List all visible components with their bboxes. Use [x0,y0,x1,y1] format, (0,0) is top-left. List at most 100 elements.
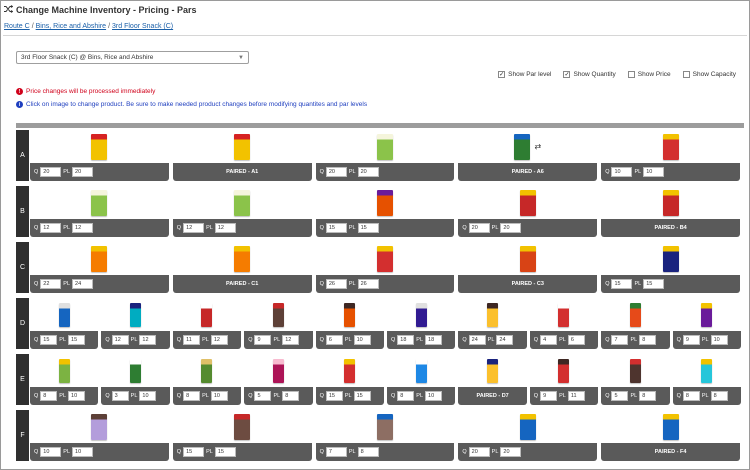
product-image-area[interactable] [673,298,741,331]
quantity-input[interactable]: 7 [325,447,347,457]
product-image-area[interactable] [458,186,597,219]
toggle-show-capacity[interactable]: Show Capacity [682,71,736,78]
machine-select[interactable]: 3rd Floor Snack (C) @ Bins, Rice and Abs… [16,51,249,64]
par-level-input[interactable]: 8 [282,391,300,401]
product-image-area[interactable] [30,186,169,219]
product-image-area[interactable] [101,354,169,387]
par-level-input[interactable]: 15 [353,391,371,401]
product-image[interactable] [629,358,641,383]
checkbox-icon[interactable] [627,71,635,78]
product-image-area[interactable] [601,354,669,387]
quantity-input[interactable]: 7 [611,335,629,345]
toggle-show-quantity[interactable]: ✓ Show Quantity [563,71,616,78]
product-image-area[interactable] [530,298,598,331]
par-level-input[interactable]: 20 [72,167,94,177]
par-level-input[interactable]: 12 [139,335,157,345]
quantity-input[interactable]: 3 [111,391,129,401]
product-image-area[interactable] [244,354,312,387]
quantity-input[interactable]: 8 [682,391,700,401]
checkbox-icon[interactable]: ✓ [563,71,571,78]
product-image[interactable] [662,413,679,440]
product-image-area[interactable] [101,298,169,331]
product-image[interactable] [376,413,393,440]
par-level-input[interactable]: 26 [357,279,379,289]
par-level-input[interactable]: 11 [567,391,585,401]
quantity-input[interactable]: 8 [40,391,58,401]
par-level-input[interactable]: 10 [210,391,228,401]
quantity-input[interactable]: 9 [254,335,272,345]
product-image[interactable] [234,189,251,216]
product-image[interactable] [344,302,356,327]
product-image-area[interactable] [173,242,312,275]
par-level-input[interactable]: 20 [500,447,522,457]
product-image-area[interactable] [673,354,741,387]
product-image[interactable] [234,245,251,272]
par-level-input[interactable]: 18 [425,335,443,345]
quantity-input[interactable]: 12 [111,335,129,345]
product-image[interactable] [514,133,531,160]
product-image[interactable] [376,133,393,160]
product-image-area[interactable] [173,410,312,443]
quantity-input[interactable]: 4 [540,335,558,345]
breadcrumb-route[interactable]: Route C [4,23,30,30]
quantity-input[interactable]: 20 [40,167,62,177]
par-level-input[interactable]: 8 [710,391,728,401]
toggle-show-price[interactable]: Show Price [627,71,671,78]
quantity-input[interactable]: 11 [183,335,201,345]
par-level-input[interactable]: 10 [643,167,665,177]
par-level-input[interactable]: 15 [357,223,379,233]
quantity-input[interactable]: 5 [254,391,272,401]
product-image[interactable] [415,358,427,383]
product-image[interactable] [58,358,70,383]
product-image[interactable] [201,302,213,327]
product-image[interactable] [487,302,499,327]
quantity-input[interactable]: 26 [325,279,347,289]
par-level-input[interactable]: 12 [72,223,94,233]
par-level-input[interactable]: 15 [68,335,86,345]
product-image[interactable] [629,302,641,327]
product-image[interactable] [376,189,393,216]
product-image-area[interactable] [601,242,740,275]
product-image[interactable] [519,413,536,440]
product-image[interactable] [58,302,70,327]
product-image[interactable] [272,358,284,383]
product-image-area[interactable] [601,298,669,331]
product-image[interactable] [662,189,679,216]
par-level-input[interactable]: 10 [710,335,728,345]
product-image-area[interactable] [316,298,384,331]
par-level-input[interactable]: 8 [639,335,657,345]
quantity-input[interactable]: 18 [397,335,415,345]
quantity-input[interactable]: 6 [325,335,343,345]
quantity-input[interactable]: 15 [325,223,347,233]
product-image-area[interactable] [387,298,455,331]
product-image[interactable] [519,245,536,272]
par-level-input[interactable]: 8 [639,391,657,401]
quantity-input[interactable]: 12 [40,223,62,233]
par-level-input[interactable]: 10 [68,391,86,401]
par-level-input[interactable]: 24 [496,335,514,345]
product-image-area[interactable] [316,242,455,275]
quantity-input[interactable]: 20 [468,223,490,233]
product-image[interactable] [662,245,679,272]
breadcrumb-machine[interactable]: 3rd Floor Snack (C) [112,23,173,30]
par-level-input[interactable]: 8 [357,447,379,457]
par-level-input[interactable]: 12 [282,335,300,345]
par-level-input[interactable]: 12 [210,335,228,345]
par-level-input[interactable]: 20 [500,223,522,233]
product-image-area[interactable] [601,130,740,163]
quantity-input[interactable]: 24 [468,335,486,345]
product-image-area[interactable] [601,410,740,443]
product-image[interactable] [558,302,570,327]
product-image[interactable] [234,413,251,440]
product-image-area[interactable] [316,410,455,443]
quantity-input[interactable]: 8 [183,391,201,401]
product-image[interactable] [91,245,108,272]
quantity-input[interactable]: 8 [397,391,415,401]
product-image-area[interactable] [30,298,98,331]
product-image[interactable] [376,245,393,272]
quantity-input[interactable]: 5 [611,391,629,401]
quantity-input[interactable]: 20 [468,447,490,457]
par-level-input[interactable]: 10 [425,391,443,401]
product-image-area[interactable] [387,354,455,387]
product-image-area[interactable] [458,354,526,387]
